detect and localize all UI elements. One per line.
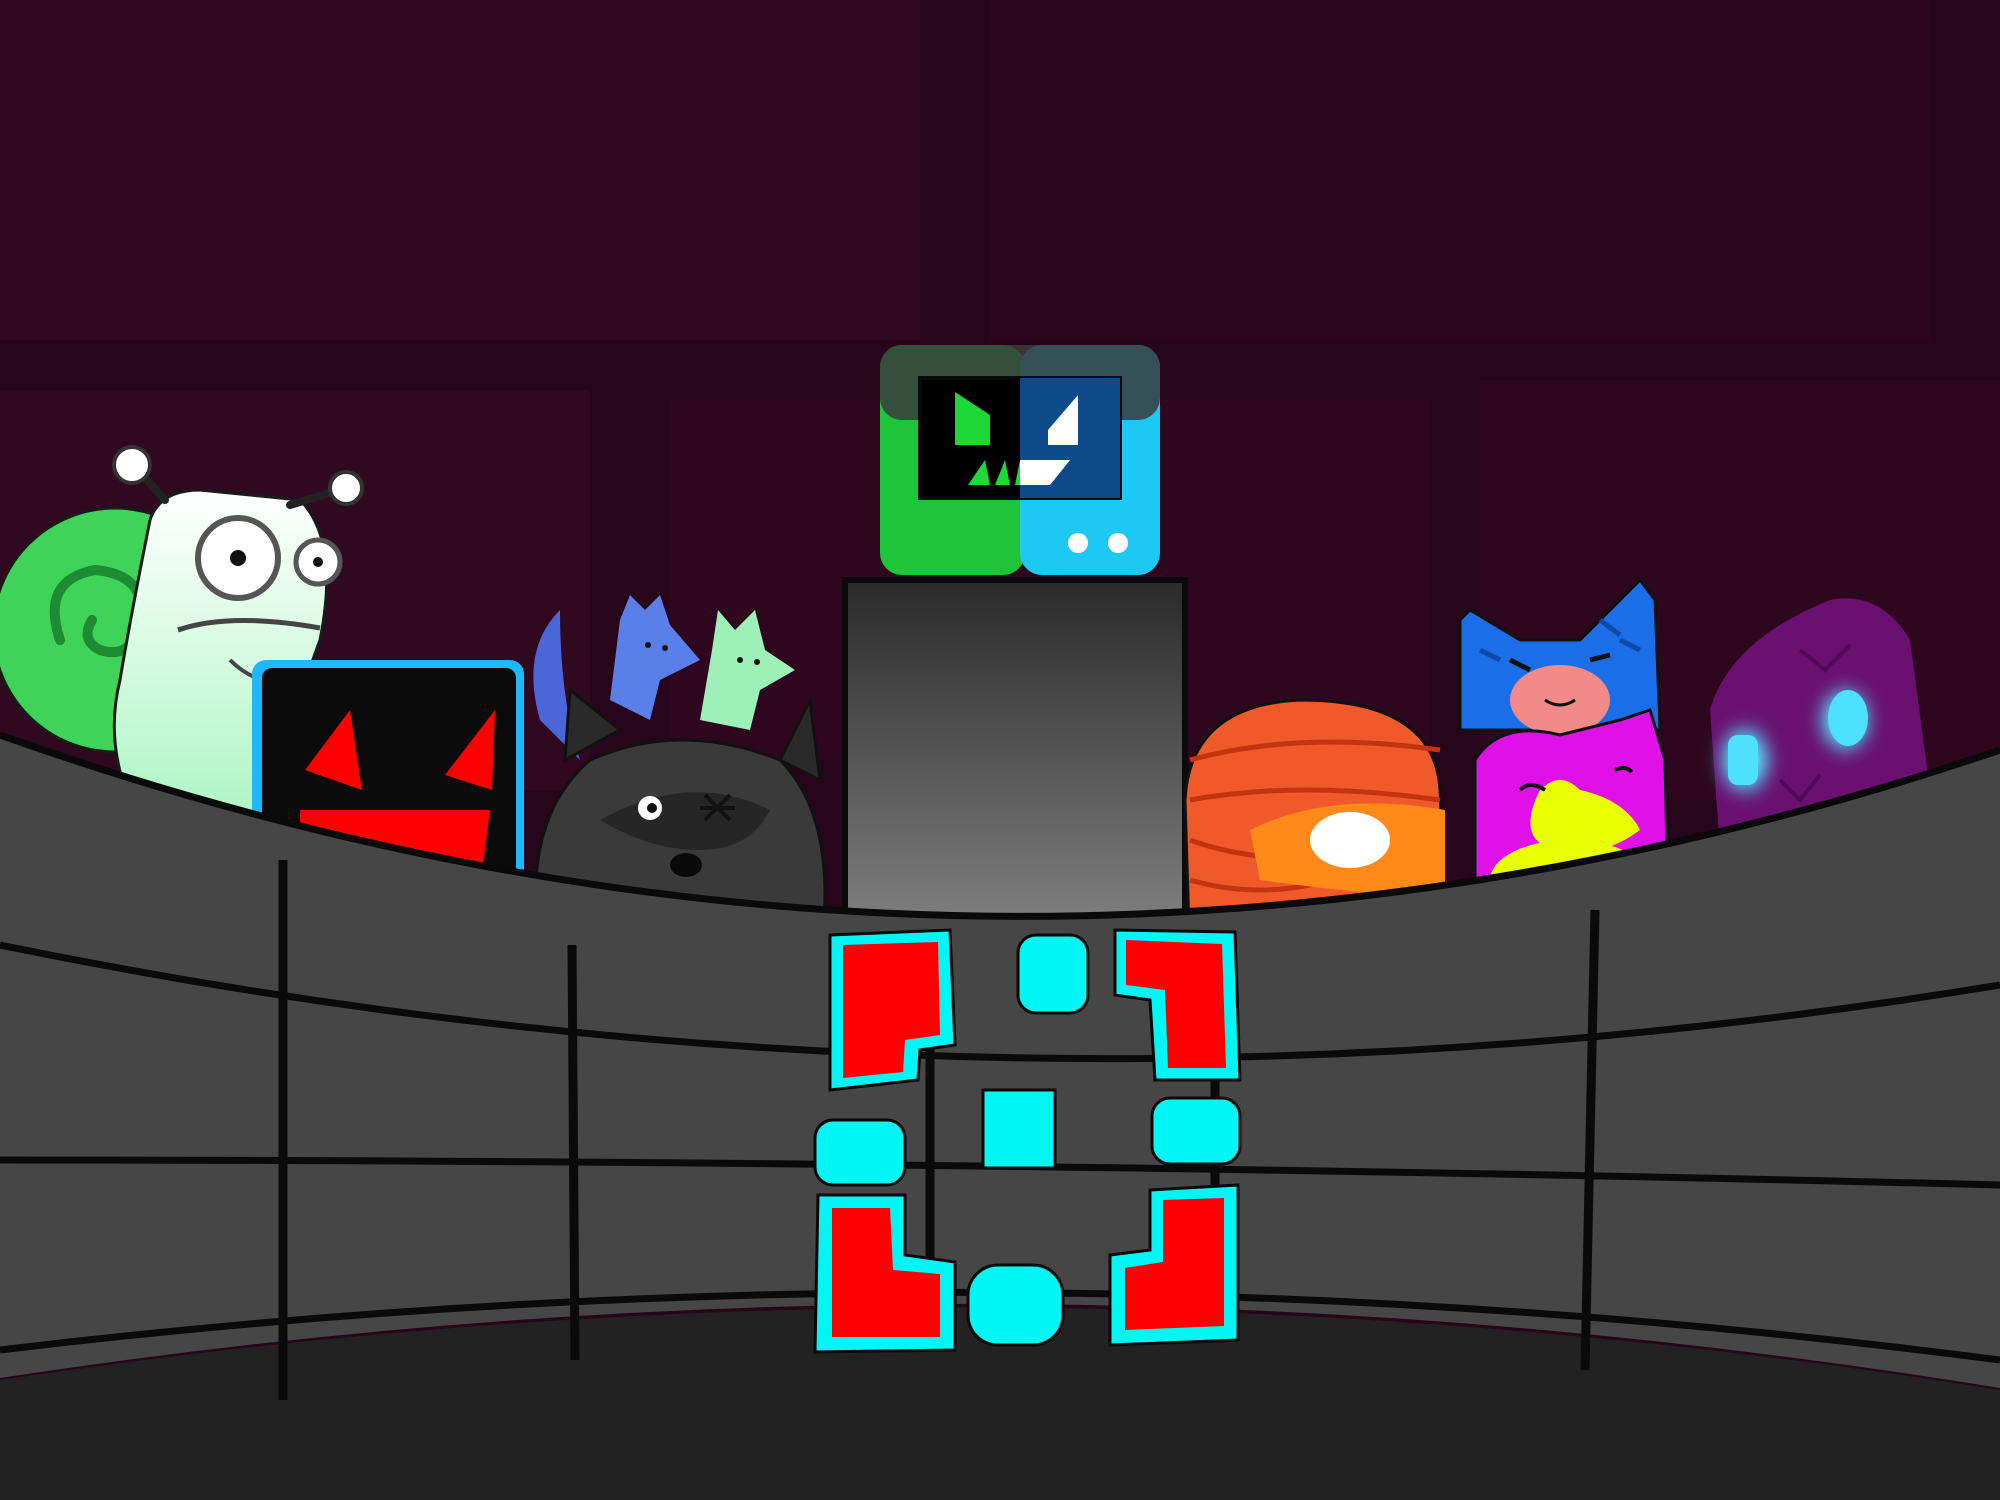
wall-panel <box>1480 380 2000 800</box>
wall-panel <box>0 390 590 790</box>
wall-post <box>567 944 580 1361</box>
arena-scene <box>0 0 2000 1500</box>
wall-panel <box>990 0 1930 340</box>
wall-panel <box>670 400 1430 760</box>
wall-panel <box>0 0 920 340</box>
